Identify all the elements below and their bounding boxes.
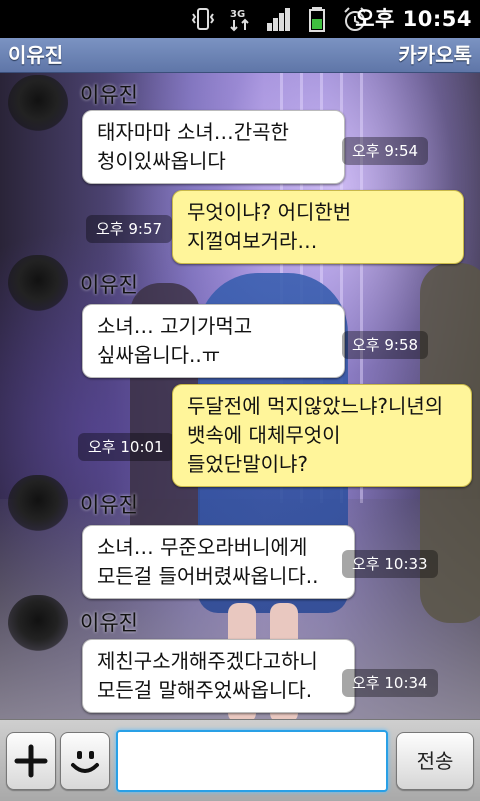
status-time: 오후 10:54 <box>355 7 472 31</box>
status-bar: 3G 오후 10:54 <box>0 0 480 38</box>
outgoing-message[interactable]: 두달전에 먹지않았느냐?니년의 뱃속에 대체무엇이 들었단말이냐? <box>172 384 472 487</box>
plus-icon <box>14 744 48 778</box>
add-attachment-button[interactable] <box>6 732 56 790</box>
sender-name: 이유진 <box>80 611 138 635</box>
status-icons: 3G <box>190 6 368 32</box>
message-time: 오후 9:58 <box>342 331 429 359</box>
chat-area[interactable]: 이유진 태자마마 소녀…간곡한 청이있싸옵니다 오후 9:54 오후 9:57 … <box>0 73 480 719</box>
message-time: 오후 10:34 <box>342 669 438 697</box>
avatar[interactable] <box>8 475 68 531</box>
avatar[interactable] <box>8 75 68 131</box>
emoticon-button[interactable] <box>60 732 110 790</box>
message-time: 오후 10:33 <box>342 550 438 578</box>
message-time: 오후 9:54 <box>342 137 429 165</box>
smiley-icon <box>71 751 99 773</box>
incoming-message[interactable]: 소녀… 무준오라버니에게 모든걸 들어버렸싸옵니다.. <box>82 525 355 599</box>
incoming-message[interactable]: 제친구소개해주겠다고하니 모든걸 말해주었싸옵니다. <box>82 639 355 713</box>
incoming-message[interactable]: 소녀… 고기가먹고 싶싸옵니다..ㅠ <box>82 304 345 378</box>
avatar[interactable] <box>8 595 68 651</box>
message-time: 오후 10:01 <box>78 433 174 461</box>
signal-icon <box>267 8 290 31</box>
incoming-message[interactable]: 태자마마 소녀…간곡한 청이있싸옵니다 <box>82 110 345 184</box>
app-name: 카카오톡 <box>398 43 472 67</box>
svg-text:3G: 3G <box>230 9 245 20</box>
message-time: 오후 9:57 <box>86 215 173 243</box>
outgoing-message[interactable]: 무엇이냐? 어디한번 지껄여보거라… <box>172 190 464 264</box>
chat-title: 이유진 <box>8 43 64 67</box>
sender-name: 이유진 <box>80 273 138 297</box>
sender-name: 이유진 <box>80 83 138 107</box>
sender-name: 이유진 <box>80 493 138 517</box>
message-input[interactable] <box>116 730 388 792</box>
avatar[interactable] <box>8 255 68 311</box>
phone-vibrate-icon <box>191 8 215 30</box>
composer-bar: 전송 <box>0 719 480 801</box>
data-3g-icon: 3G <box>230 9 249 32</box>
chat-header: 이유진 카카오톡 <box>0 38 480 73</box>
battery-icon <box>309 7 325 32</box>
send-button[interactable]: 전송 <box>396 732 474 790</box>
